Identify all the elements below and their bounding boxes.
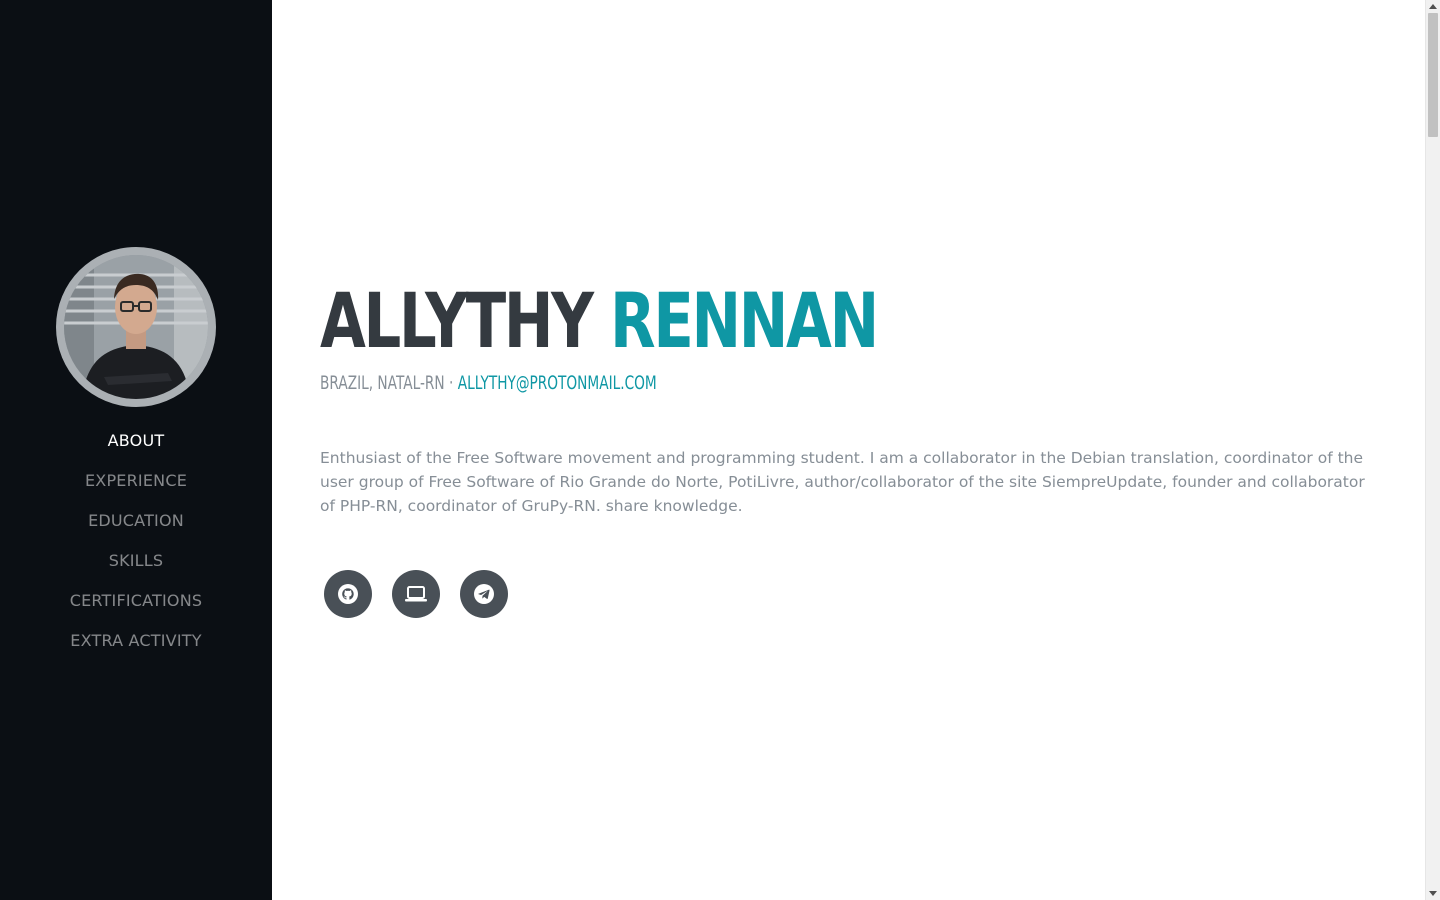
last-name: RENNAN	[610, 276, 879, 365]
nav-item-skills[interactable]: SKILLS	[0, 546, 272, 586]
sidebar-nav: ABOUT EXPERIENCE EDUCATION SKILLS CERTIF…	[0, 426, 272, 666]
page-title: ALLYTHY RENNAN	[320, 276, 879, 366]
telegram-icon	[474, 584, 494, 604]
page-scrollbar[interactable]	[1425, 0, 1440, 900]
telegram-link[interactable]	[460, 570, 508, 618]
nav-item-education[interactable]: EDUCATION	[0, 506, 272, 546]
nav-item-about[interactable]: ABOUT	[0, 426, 272, 466]
scroll-up-icon[interactable]	[1429, 4, 1437, 9]
bio-text: Enthusiast of the Free Software movement…	[320, 449, 1365, 515]
location-text: BRAZIL, NATAL-RN ·	[320, 372, 454, 394]
social-links	[324, 570, 508, 618]
laptop-icon	[405, 586, 427, 602]
github-link[interactable]	[324, 570, 372, 618]
scroll-down-icon[interactable]	[1429, 891, 1437, 896]
website-link[interactable]	[392, 570, 440, 618]
sidebar: ABOUT EXPERIENCE EDUCATION SKILLS CERTIF…	[0, 0, 272, 900]
github-icon	[338, 584, 358, 604]
nav-item-extra-activity[interactable]: EXTRA ACTIVITY	[0, 626, 272, 666]
about-section: ALLYTHY RENNAN BRAZIL, NATAL-RN · ALLYTH…	[320, 0, 1370, 900]
nav-item-experience[interactable]: EXPERIENCE	[0, 466, 272, 506]
contact-line: BRAZIL, NATAL-RN · ALLYTHY@PROTONMAIL.CO…	[320, 371, 657, 395]
email-link[interactable]: ALLYTHY@PROTONMAIL.COM	[458, 372, 657, 394]
first-name: ALLYTHY	[320, 276, 594, 365]
profile-avatar	[56, 247, 216, 407]
nav-item-certifications[interactable]: CERTIFICATIONS	[0, 586, 272, 626]
profile-photo-image	[64, 255, 208, 399]
scrollbar-thumb[interactable]	[1428, 13, 1438, 137]
